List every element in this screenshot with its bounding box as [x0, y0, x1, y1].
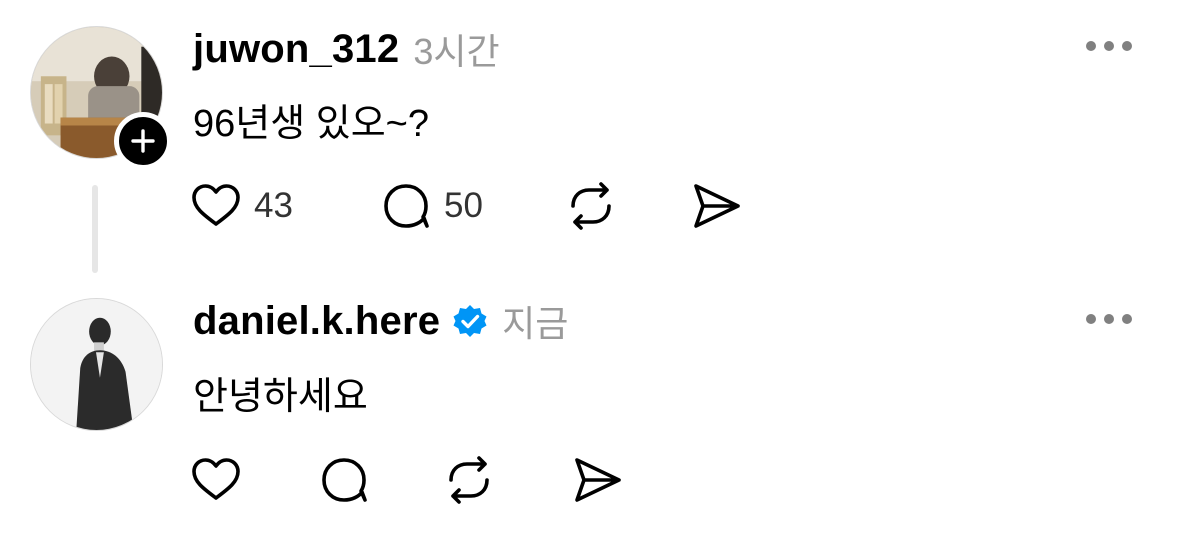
post-text: 안녕하세요: [193, 376, 368, 418]
thread-post-2: daniel.k.here 지금 안녕하세요: [0, 280, 1179, 539]
like-button[interactable]: 43: [188, 178, 378, 234]
action-bar: [188, 452, 625, 508]
share-button[interactable]: [688, 178, 744, 234]
share-button[interactable]: [569, 452, 625, 508]
plus-icon: [131, 129, 155, 153]
repost-button[interactable]: [441, 452, 569, 508]
reply-button[interactable]: 50: [378, 178, 563, 234]
send-icon: [694, 184, 740, 228]
post-header: juwon_312 3시간: [193, 24, 500, 74]
thread-line: [92, 185, 98, 273]
post-header: daniel.k.here 지금: [193, 298, 569, 345]
username[interactable]: daniel.k.here: [193, 299, 440, 344]
heart-icon: [192, 458, 240, 500]
repost-button[interactable]: [563, 178, 688, 234]
repost-icon: [449, 456, 489, 504]
like-button[interactable]: [188, 452, 316, 508]
username[interactable]: juwon_312: [193, 27, 399, 72]
post-text: 96년생 있오~?: [193, 103, 429, 145]
heart-icon: [192, 184, 240, 226]
verified-badge-icon: [453, 305, 487, 337]
timestamp: 3시간: [413, 31, 500, 72]
timestamp: 지금: [502, 303, 569, 344]
thread-post-1: juwon_312 3시간 96년생 있오~? 43 50: [0, 0, 1179, 280]
repost-icon: [571, 182, 611, 230]
avatar-daniel-k-here[interactable]: [30, 298, 163, 431]
reply-button[interactable]: [316, 452, 441, 508]
speech-bubble-icon: [384, 184, 429, 228]
follow-button[interactable]: [114, 112, 172, 170]
action-bar: 43 50: [188, 178, 744, 234]
like-count: 43: [254, 186, 293, 225]
speech-bubble-icon: [322, 458, 367, 502]
reply-count: 50: [444, 186, 483, 225]
send-icon: [575, 458, 621, 502]
more-icon[interactable]: [1086, 312, 1132, 326]
more-icon[interactable]: [1086, 39, 1132, 53]
